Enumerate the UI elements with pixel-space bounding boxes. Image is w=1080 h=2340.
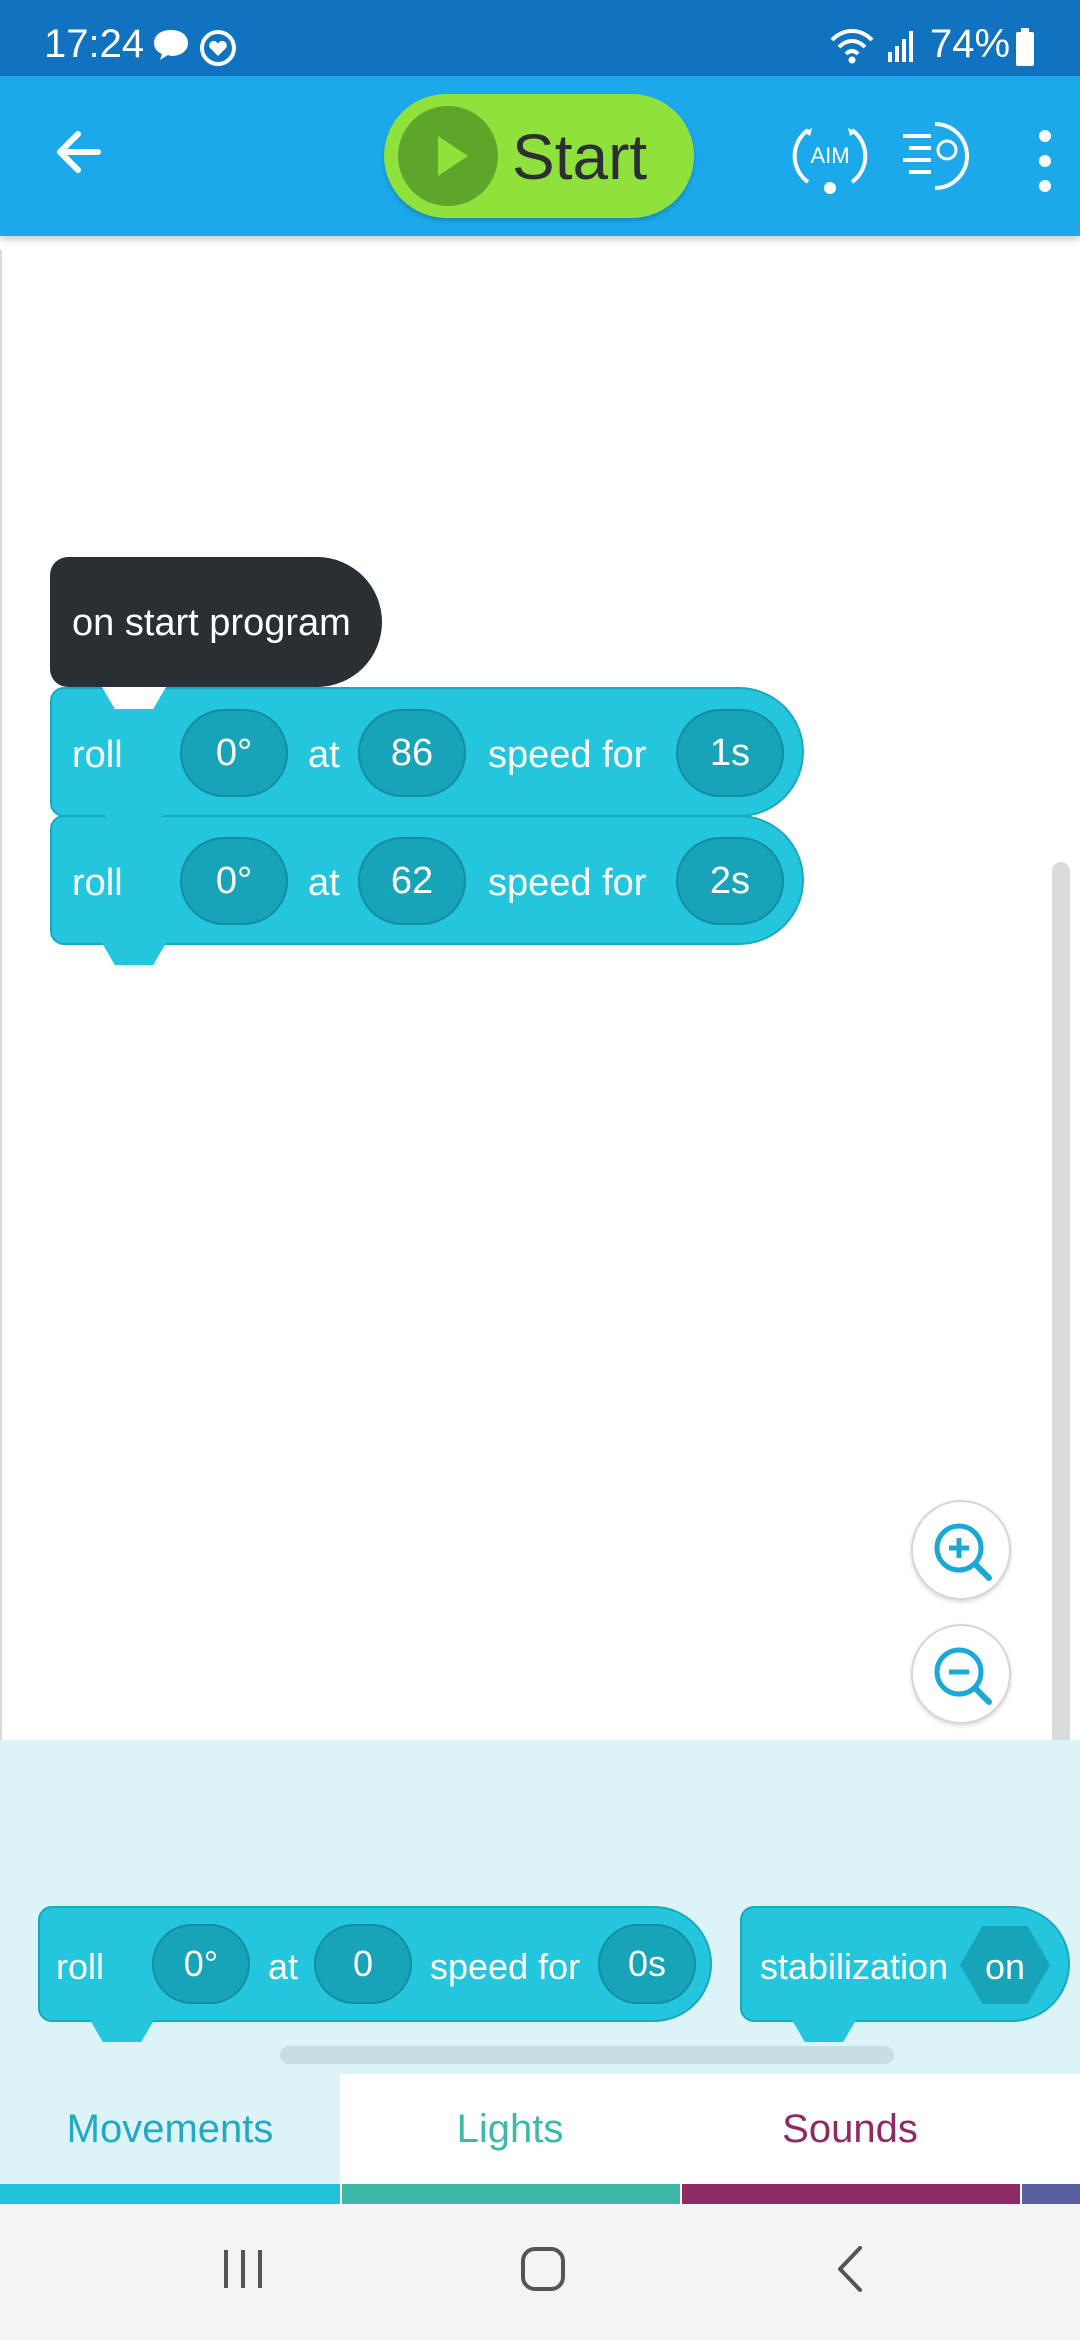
speed-field[interactable]: 62 xyxy=(358,837,466,925)
block-notch xyxy=(102,813,166,823)
play-icon-circle xyxy=(398,106,498,206)
on-start-program-block[interactable]: on start program xyxy=(50,557,382,701)
drive-button[interactable] xyxy=(895,116,975,196)
start-button[interactable]: Start xyxy=(384,94,694,218)
duration-field[interactable]: 2s xyxy=(676,837,784,925)
tab-sounds-indicator xyxy=(682,2184,1020,2204)
heading-field[interactable]: 0° xyxy=(152,1924,250,2004)
stabilization-value: on xyxy=(984,1946,1026,1987)
speed-for-label: speed for xyxy=(430,1946,581,1987)
battery-icon xyxy=(1016,28,1034,66)
aim-label: AIM xyxy=(810,143,849,168)
zoom-out-button[interactable] xyxy=(911,1624,1011,1724)
aim-icon: AIM xyxy=(792,128,868,194)
heading-field[interactable]: 0° xyxy=(180,837,288,925)
speed-field[interactable]: 86 xyxy=(358,709,466,797)
chat-bubble-icon xyxy=(154,30,188,60)
roll-verb: roll xyxy=(72,862,123,904)
canvas-scrollbar[interactable] xyxy=(1052,862,1070,1867)
palette-stabilization-block[interactable]: stabilization on xyxy=(740,1906,1070,2042)
zoom-in-icon xyxy=(934,1523,992,1581)
speed-for-label: speed for xyxy=(488,862,647,904)
start-label: Start xyxy=(512,121,648,193)
duration-field[interactable]: 0s xyxy=(598,1924,696,2004)
recent-apps-icon[interactable] xyxy=(218,2244,268,2294)
speed-for-label: speed for xyxy=(488,734,647,776)
tab-next-indicator xyxy=(1022,2184,1080,2204)
heading-field[interactable]: 0° xyxy=(180,709,288,797)
zoom-out-icon xyxy=(934,1647,992,1705)
aim-button[interactable]: AIM xyxy=(790,116,870,196)
palette-scrollbar[interactable] xyxy=(280,2046,894,2064)
battery-percent: 74% xyxy=(930,22,1011,66)
roll-block[interactable]: roll 0° at 86 speed for 1s xyxy=(50,687,804,817)
wifi-icon xyxy=(830,29,874,64)
status-time: 17:24 xyxy=(44,22,145,66)
more-vert-icon[interactable] xyxy=(1030,126,1060,196)
roll-verb: roll xyxy=(72,734,123,776)
zoom-in-button[interactable] xyxy=(911,1500,1011,1600)
duration-field[interactable]: 1s xyxy=(676,709,784,797)
drive-icon xyxy=(903,122,969,190)
play-icon xyxy=(438,136,468,176)
at-label: at xyxy=(308,734,340,776)
home-icon[interactable] xyxy=(518,2244,568,2294)
tab-movements-indicator xyxy=(0,2184,340,2204)
stabilization-label: stabilization xyxy=(760,1946,949,1987)
signal-icon xyxy=(888,31,913,62)
roll-verb: roll xyxy=(56,1946,105,1987)
block-notch xyxy=(102,687,166,709)
app-bar: Start AIM xyxy=(0,76,1080,236)
at-label: at xyxy=(308,862,340,904)
at-label: at xyxy=(268,1946,299,1987)
roll-block[interactable]: roll 0° at 62 speed for 2s xyxy=(50,813,804,965)
tab-lights-indicator xyxy=(342,2184,680,2204)
canvas-border xyxy=(0,250,2,1740)
status-bar: 17:24 74% xyxy=(0,0,1080,76)
back-arrow-icon[interactable] xyxy=(48,120,112,184)
palette-roll-block[interactable]: roll 0° at 0 speed for 0s xyxy=(38,1906,712,2042)
heart-sync-icon xyxy=(200,30,236,66)
hat-label: on start program xyxy=(72,602,351,644)
system-nav-bar xyxy=(0,2204,1080,2340)
speed-field[interactable]: 0 xyxy=(314,1924,412,2004)
back-nav-icon[interactable] xyxy=(826,2244,876,2294)
